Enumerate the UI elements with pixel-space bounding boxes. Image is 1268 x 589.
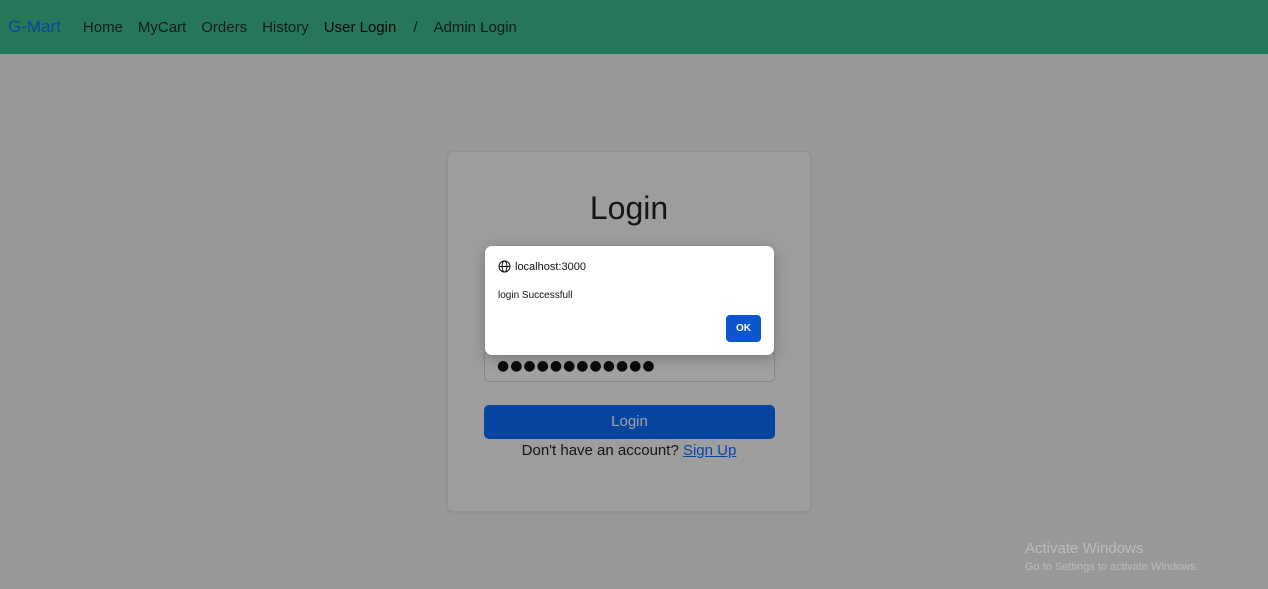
- dialog-message: login Successfull: [498, 290, 573, 301]
- activate-windows-watermark: Activate Windows Go to Settings to activ…: [1025, 540, 1199, 573]
- alert-dialog: localhost:3000 login Successfull OK: [485, 246, 774, 355]
- watermark-subtitle: Go to Settings to activate Windows.: [1025, 561, 1199, 573]
- watermark-title: Activate Windows: [1025, 540, 1144, 557]
- dialog-origin: localhost:3000: [498, 260, 586, 273]
- dialog-origin-text: localhost:3000: [515, 260, 586, 273]
- ok-button[interactable]: OK: [726, 315, 761, 342]
- globe-icon: [498, 260, 511, 273]
